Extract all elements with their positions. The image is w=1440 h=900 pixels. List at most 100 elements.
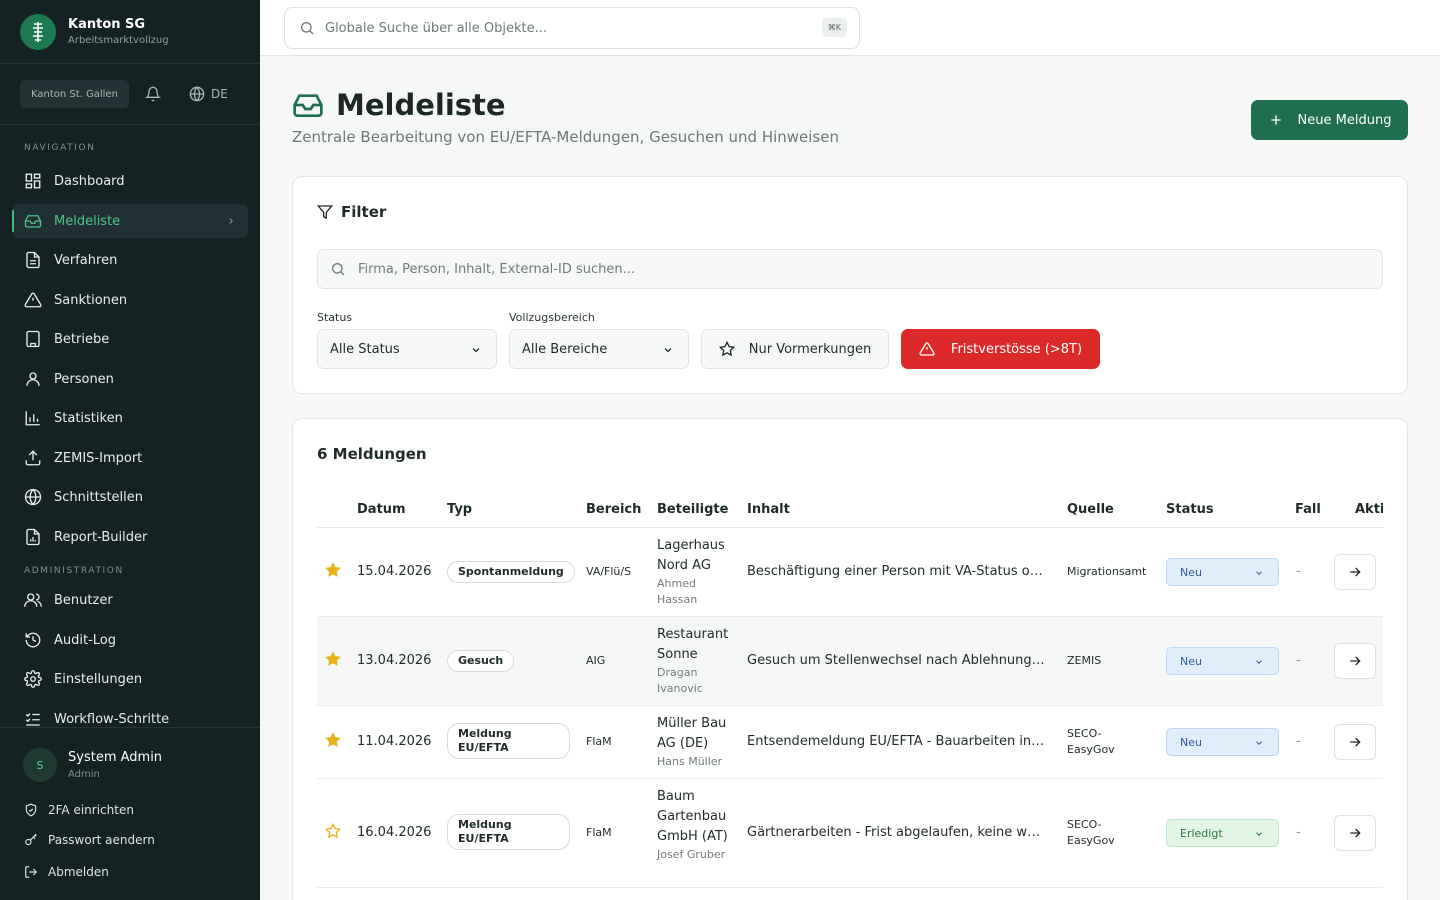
status-select[interactable]: Neu [1166,558,1279,586]
bereich-filter-select[interactable]: Alle Bereiche [509,329,689,369]
sidebar-item-report-builder[interactable]: Report-Builder [12,520,248,554]
open-button[interactable] [1334,643,1376,679]
table-card: 6 Meldungen Datum Typ Bereich Beteiligte… [292,418,1408,900]
sidebar-item-schnittstellen[interactable]: Schnittstellen [12,480,248,514]
beteiligte-firma[interactable]: Lagerhaus Nord AG [657,536,739,576]
sidebar-item-audit-log[interactable]: Audit-Log [12,623,248,657]
beteiligte-person[interactable]: Ahmed Hassan [657,576,739,608]
cell-datum: 16.04.2026 [357,825,432,840]
language-selector[interactable]: DE [189,86,228,102]
type-badge: Meldung EU/EFTA [447,814,570,850]
status-select[interactable]: Neu [1166,647,1279,675]
vormerkungen-button[interactable]: Nur Vormerkungen [701,329,889,369]
cell-fall: - [1296,734,1301,749]
cell-quelle: SECO-EasyGov [1067,727,1115,756]
cell-beteiligte: Lagerhaus Nord AG Ahmed Hassan [657,536,739,608]
status-select[interactable]: Neu [1166,728,1279,756]
sidebar-item-label: Schnittstellen [54,489,144,505]
status-filter-label: Status [317,311,353,324]
column-header-datum[interactable]: Datum [357,502,406,517]
gear-icon [24,670,42,688]
star-filled-icon[interactable] [325,651,341,667]
globe-icon [189,86,205,102]
beteiligte-person[interactable]: Hans Müller [657,754,739,770]
user-profile[interactable]: S System Admin Admin [0,728,260,782]
global-search-input[interactable]: Globale Suche über alle Objekte... ⌘K [284,7,860,49]
person-icon [26,372,40,386]
column-header-bereich[interactable]: Bereich [586,502,641,517]
bereich-filter-value: Alle Bereiche [522,341,608,357]
history-icon [25,632,41,648]
star-filled-icon[interactable] [325,732,341,748]
beteiligte-firma[interactable]: Müller Bau AG (DE) [657,714,739,754]
bell-icon[interactable] [144,86,161,102]
logout-link[interactable]: Abmelden [24,865,109,879]
upload-icon [25,450,41,466]
avatar: S [23,748,57,782]
arrow-right-icon [1350,567,1361,577]
arrow-right-icon [1350,828,1361,838]
column-header-status[interactable]: Status [1166,502,1214,517]
topbar: Globale Suche über alle Objekte... ⌘K [260,0,1440,56]
open-button[interactable] [1334,724,1376,760]
brand: Kanton SG Arbeitsmarktvollzug [0,0,260,64]
open-button[interactable] [1334,554,1376,590]
arrow-right-icon [1350,656,1361,666]
column-header-quelle[interactable]: Quelle [1067,502,1114,517]
bereich-filter-label: Vollzugsbereich [509,311,595,324]
sidebar-item-einstellungen[interactable]: Einstellungen [12,662,248,696]
sidebar-item-sanktionen[interactable]: Sanktionen [12,283,248,317]
sidebar-item-meldeliste[interactable]: Meldeliste [12,204,248,238]
shortcut-badge: ⌘K [821,18,847,37]
page-title-text: Meldeliste [336,88,506,122]
inbox-icon [24,215,42,228]
filter-title: Filter [317,203,386,221]
filter-search-input[interactable]: Firma, Person, Inhalt, External-ID suche… [317,249,1383,289]
star-icon [718,341,735,357]
sidebar-item-label: Report-Builder [54,529,148,545]
cell-beteiligte: Restaurant Sonne Dragan Ivanovic [657,625,739,697]
beteiligte-person[interactable]: Dragan Ivanovic [657,665,739,697]
star-outline-icon[interactable] [325,823,341,839]
column-header-fall[interactable]: Fall [1295,502,1321,517]
column-header-inhalt[interactable]: Inhalt [747,502,790,517]
building-icon [26,330,40,348]
sidebar-item-zemis-import[interactable]: ZEMIS-Import [12,441,248,475]
fristverstoesse-button[interactable]: Fristverstösse (>8T) [901,329,1100,369]
key-icon [25,833,37,846]
status-filter-select[interactable]: Alle Status [317,329,497,369]
open-button[interactable] [1334,815,1376,851]
dashboard-icon [25,173,41,189]
global-search-placeholder: Globale Suche über alle Objekte... [325,20,548,36]
arrow-right-icon [1350,737,1361,747]
beteiligte-firma[interactable]: Baum Gartenbau GmbH (AT) [657,787,739,847]
star-filled-icon[interactable] [325,562,341,578]
nav-section-label: NAVIGATION [24,143,96,153]
search-icon [332,263,345,276]
setup-2fa-label: 2FA einrichten [48,803,134,817]
beteiligte-firma[interactable]: Restaurant Sonne [657,625,739,665]
users-icon [24,593,42,607]
canton-selector[interactable]: Kanton St. Gallen [20,80,129,108]
cell-beteiligte: Baum Gartenbau GmbH (AT) Josef Gruber [657,787,739,863]
table-row: 15.04.2026 Spontanmeldung VA/Flü/S Lager… [317,528,1383,617]
result-count: 6 Meldungen [317,445,427,463]
sidebar-item-betriebe[interactable]: Betriebe [12,322,248,356]
cell-bereich: AIG [586,654,606,667]
new-report-button[interactable]: Neue Meldung [1251,100,1408,140]
sidebar-item-dashboard[interactable]: Dashboard [12,164,248,198]
chart-icon [25,411,40,426]
change-password-link[interactable]: Passwort aendern [24,833,155,847]
sidebar-item-personen[interactable]: Personen [12,362,248,396]
sidebar-item-verfahren[interactable]: Verfahren [12,243,248,277]
cell-inhalt: Beschäftigung einer Person mit VA-Status… [747,564,1047,579]
logout-label: Abmelden [48,865,109,879]
sidebar-item-statistiken[interactable]: Statistiken [12,401,248,435]
status-select[interactable]: Erledigt [1166,819,1279,847]
beteiligte-person[interactable]: Josef Gruber [657,847,739,863]
column-header-beteiligte[interactable]: Beteiligte [657,502,728,517]
setup-2fa-link[interactable]: 2FA einrichten [24,803,134,817]
sidebar-item-benutzer[interactable]: Benutzer [12,583,248,617]
cell-fall: - [1296,564,1301,579]
column-header-typ[interactable]: Typ [447,502,472,517]
